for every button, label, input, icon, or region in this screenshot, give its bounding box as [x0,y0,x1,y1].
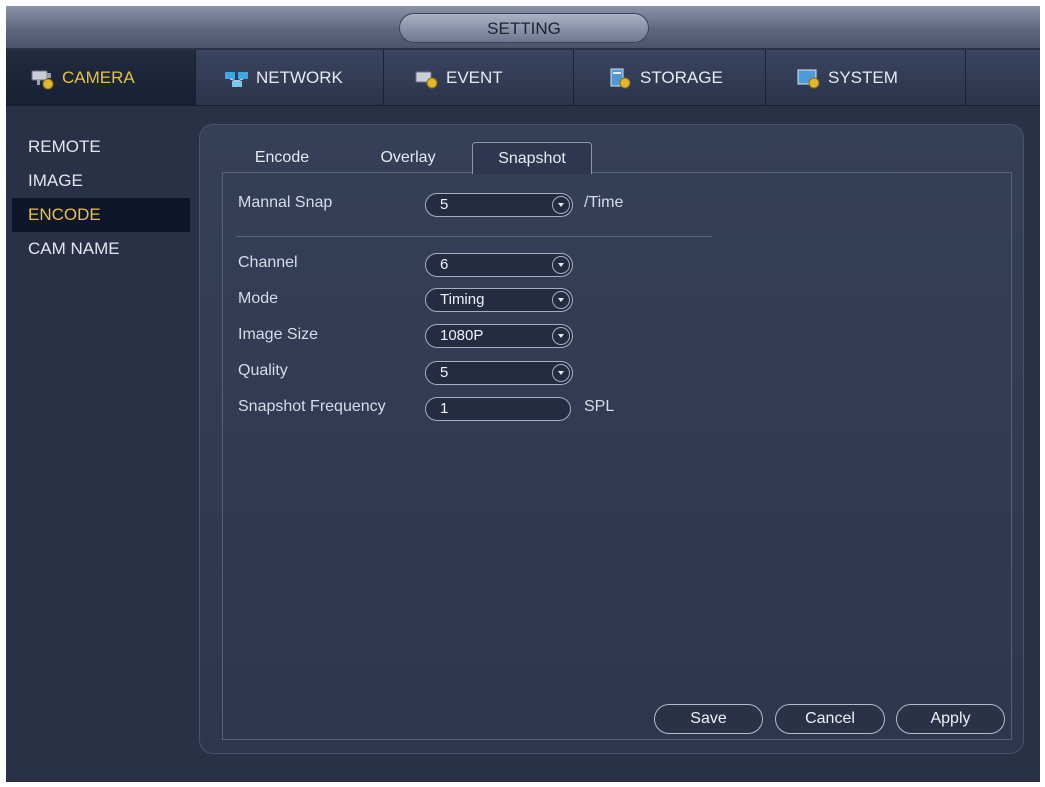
top-navigation: CAMERA NETWORK EVENT STORAGE SYSTEM [6,50,1040,106]
image-size-label: Image Size [238,326,319,343]
manual-snap-select[interactable]: 5 [425,193,573,217]
storage-icon [608,66,634,90]
save-button[interactable]: Save [654,704,763,734]
quality-label: Quality [238,362,288,379]
snapshot-frequency-value: 1 [440,400,449,417]
sidebar-item-encode[interactable]: ENCODE [12,198,190,232]
cancel-button[interactable]: Cancel [775,704,885,734]
image-size-select[interactable]: 1080P [425,324,573,348]
manual-snap-label: Mannal Snap [238,194,333,211]
nav-network[interactable]: NETWORK [196,50,384,105]
tab-overlay[interactable]: Overlay [358,142,458,174]
quality-value: 5 [440,364,449,381]
nav-camera-label: CAMERA [62,67,135,87]
apply-button[interactable]: Apply [896,704,1005,734]
nav-storage[interactable]: STORAGE [574,50,766,105]
nav-event-label: EVENT [446,67,503,87]
sidebar-item-cam-name[interactable]: CAM NAME [12,232,190,266]
snapshot-frequency-unit: SPL [584,398,615,415]
snapshot-frequency-label: Snapshot Frequency [238,398,386,415]
network-icon [224,66,250,90]
nav-system-label: SYSTEM [828,67,898,87]
title-bar: SETTING [6,6,1040,48]
tab-snapshot[interactable]: Snapshot [472,142,592,174]
camera-icon [30,66,56,90]
chevron-down-icon [552,256,570,274]
chevron-down-icon [552,291,570,309]
manual-snap-value: 5 [440,196,449,213]
chevron-down-icon [552,196,570,214]
nav-network-label: NETWORK [256,67,343,87]
nav-camera[interactable]: CAMERA [6,50,196,105]
chevron-down-icon [552,327,570,345]
channel-label: Channel [238,254,298,271]
nav-storage-label: STORAGE [640,67,723,87]
snapshot-form [222,172,1012,740]
nav-event[interactable]: EVENT [384,50,574,105]
mode-value: Timing [440,291,485,308]
sidebar-item-remote[interactable]: REMOTE [12,130,190,164]
event-icon [414,66,440,90]
snapshot-frequency-input[interactable]: 1 [425,397,571,421]
channel-value: 6 [440,256,449,273]
sidebar: REMOTE IMAGE ENCODE CAM NAME [6,106,201,782]
tab-encode[interactable]: Encode [232,142,332,174]
mode-label: Mode [238,290,279,307]
window-title: SETTING [399,13,649,43]
channel-select[interactable]: 6 [425,253,573,277]
manual-snap-unit: /Time [584,194,624,211]
nav-system[interactable]: SYSTEM [766,50,966,105]
image-size-value: 1080P [440,327,484,344]
quality-select[interactable]: 5 [425,361,573,385]
system-icon [796,66,822,90]
divider [236,236,712,237]
sidebar-item-image[interactable]: IMAGE [12,164,190,198]
mode-select[interactable]: Timing [425,288,573,312]
chevron-down-icon [552,364,570,382]
